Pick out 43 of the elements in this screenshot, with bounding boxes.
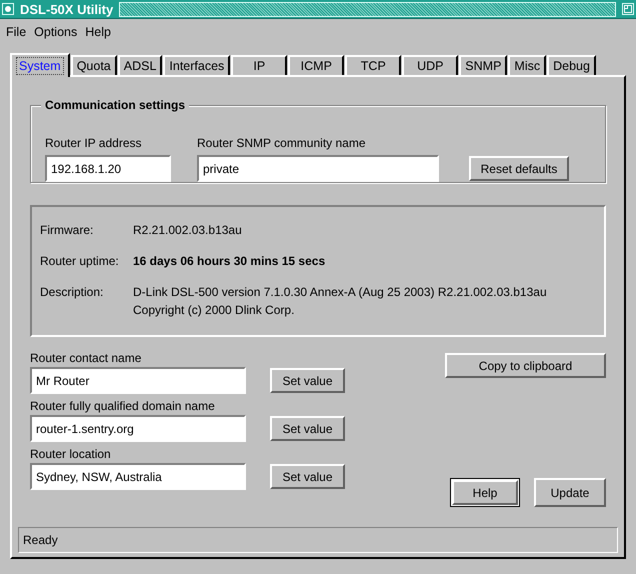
info-label: Description: [40, 284, 104, 301]
text-field[interactable]: router-1.sentry.org [30, 415, 246, 442]
tab[interactable]: Quota [70, 55, 117, 75]
info-value: 16 days 06 hours 30 mins 15 secs [133, 253, 326, 270]
menu-item[interactable]: Options [34, 25, 78, 39]
set-value-button[interactable]: Set value [270, 464, 345, 489]
window-menu-icon[interactable] [2, 3, 14, 15]
dialog-button[interactable]: Update [534, 478, 606, 507]
tab[interactable]: Interfaces [163, 55, 230, 75]
tab[interactable]: System [10, 53, 70, 77]
tab[interactable]: SNMP [459, 55, 508, 75]
set-value-button[interactable]: Set value [270, 416, 345, 441]
group-title: Communication settings [41, 98, 190, 112]
info-label: Firmware: [40, 222, 94, 239]
menu-item[interactable]: File [6, 25, 26, 39]
ip-address-field[interactable]: 192.168.1.20 [45, 155, 171, 182]
tab[interactable]: UDP [402, 55, 458, 75]
community-name-field[interactable]: private [197, 155, 439, 182]
tab[interactable]: TCP [345, 55, 402, 75]
tab[interactable]: IP [231, 55, 288, 75]
reset-defaults-button[interactable]: Reset defaults [469, 156, 569, 181]
window-title: DSL-50X Utility [20, 2, 114, 16]
text-field[interactable]: Sydney, NSW, Australia [30, 463, 246, 490]
field-label: Router location [30, 447, 112, 461]
tab[interactable]: Debug [547, 55, 596, 75]
tab[interactable]: ADSL [118, 55, 162, 75]
info-label: Router uptime: [40, 253, 120, 270]
set-value-button[interactable]: Set value [270, 368, 345, 393]
copy-button[interactable]: Copy to clipboard [445, 353, 606, 378]
info-value: R2.21.002.03.b13au [133, 222, 243, 239]
field-label: Router fully qualified domain name [30, 399, 216, 413]
status-text: Ready [23, 533, 58, 547]
tab[interactable]: Misc [508, 55, 546, 75]
info-value: D-Link DSL-500 version 7.1.0.30 Annex-A (Aug 25 2003) R2.21.002.03.b13au [133, 284, 548, 301]
field-label: Router contact name [30, 351, 142, 365]
info-value: Copyright (c) 2000 Dlink Corp. [133, 302, 296, 319]
field-label: Router IP address [45, 136, 142, 150]
field-label: Router SNMP community name [197, 136, 367, 150]
menu-item[interactable]: Help [85, 25, 111, 39]
text-field[interactable]: Mr Router [30, 367, 246, 394]
dialog-button[interactable]: Help [452, 480, 518, 505]
maximize-icon[interactable] [622, 3, 634, 15]
tab[interactable]: ICMP [288, 55, 344, 75]
